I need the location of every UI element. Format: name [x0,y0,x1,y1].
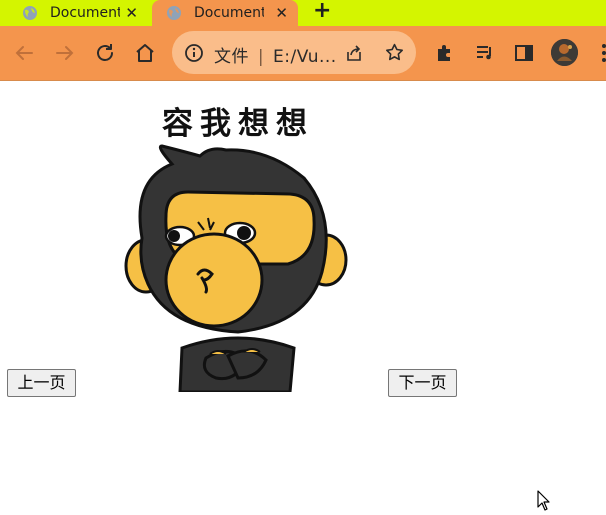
tab-strip: Document ✕ Document ✕ + [0,0,606,26]
address-text[interactable]: 文件 | E:/Vu... [214,42,337,67]
meme-caption: 容我想想 [162,106,314,142]
home-icon[interactable] [133,41,157,65]
extensions-puzzle-icon[interactable] [433,41,457,65]
tab-document-active[interactable]: Document ✕ [152,0,298,26]
tab-document-inactive[interactable]: Document ✕ [12,0,148,26]
globe-icon [23,6,37,20]
close-icon[interactable]: ✕ [125,5,138,21]
browser-toolbar: 文件 | E:/Vu... [0,26,606,80]
previous-page-button[interactable]: 上一页 [7,369,76,397]
tab-title: Document [194,5,264,21]
side-panel-icon[interactable] [512,41,536,65]
profile-avatar[interactable] [551,39,578,66]
address-divider: | [257,47,265,67]
url-text: E:/Vu... [273,47,337,67]
address-bar[interactable]: 文件 | E:/Vu... [172,31,416,74]
new-tab-button[interactable]: + [313,0,331,24]
forward-arrow-icon[interactable] [53,41,77,65]
toolbar-divider [0,80,606,81]
back-arrow-icon[interactable] [12,41,36,65]
reload-icon[interactable] [93,41,117,65]
next-page-button[interactable]: 下一页 [388,369,457,397]
share-icon[interactable] [344,43,364,63]
mouse-pointer-icon [537,490,550,511]
info-icon[interactable] [184,43,204,63]
more-menu-icon[interactable] [598,38,606,68]
globe-icon [167,6,181,20]
close-icon[interactable]: ✕ [275,5,288,21]
scheme-label: 文件 [214,47,249,67]
media-queue-icon[interactable] [473,41,497,65]
tab-title: Document [50,5,120,21]
bookmark-star-icon[interactable] [384,42,405,63]
thinking-monkey-meme-image: 容我想想 [124,106,348,392]
